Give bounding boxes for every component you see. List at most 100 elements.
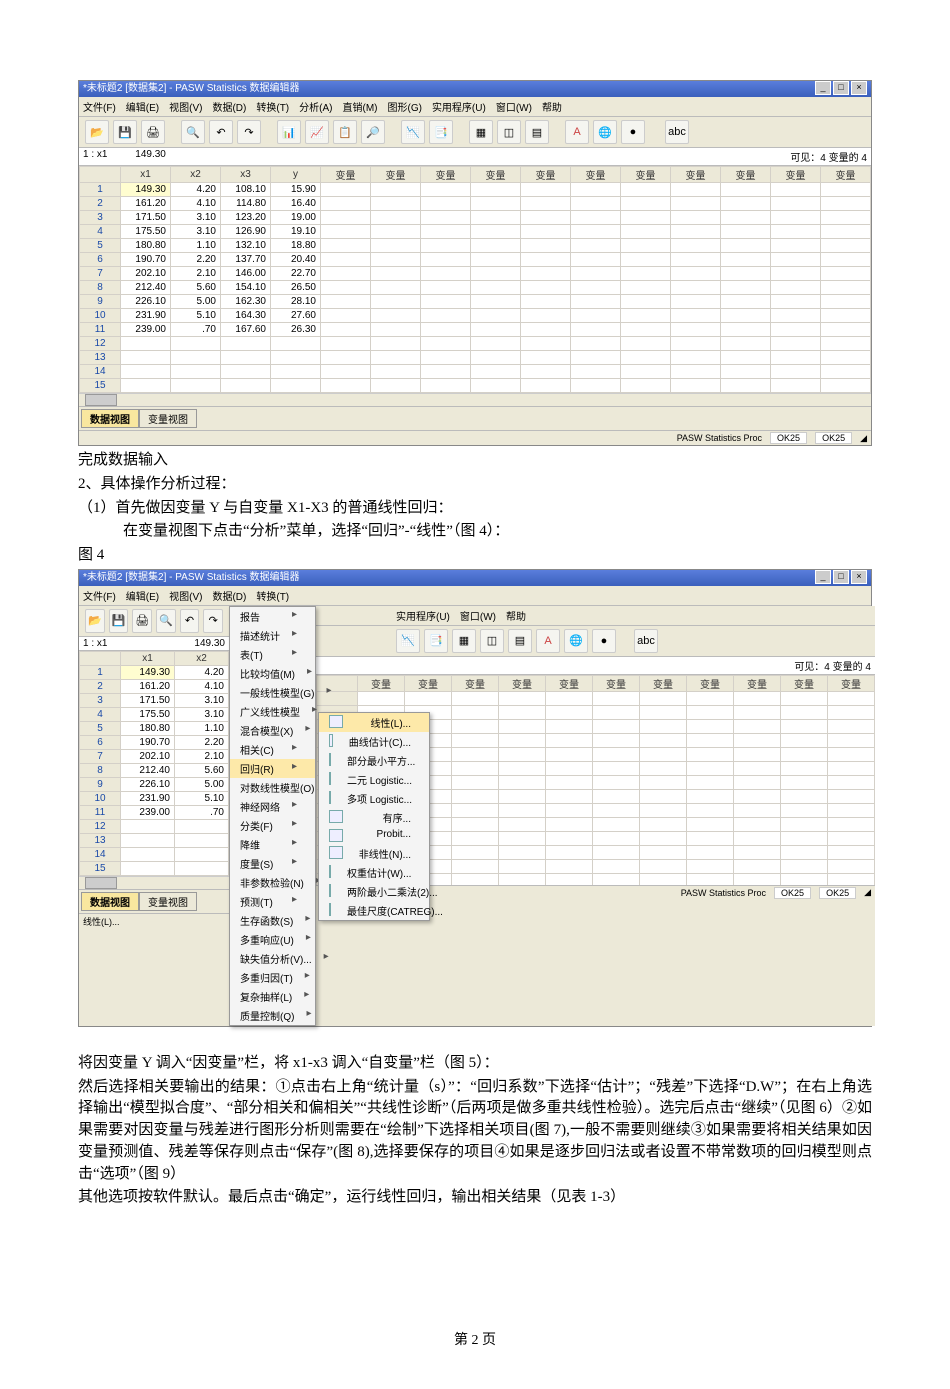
column-header[interactable]: 变量 — [371, 167, 421, 183]
cell[interactable] — [371, 295, 421, 309]
cell[interactable] — [781, 845, 828, 859]
cell[interactable]: 226.10 — [121, 777, 175, 791]
maximize-icon[interactable]: □ — [833, 570, 849, 584]
cell[interactable] — [452, 719, 499, 733]
column-header[interactable]: x2 — [171, 167, 221, 183]
cell[interactable] — [371, 379, 421, 393]
cell[interactable] — [671, 267, 721, 281]
column-header[interactable]: 变量 — [571, 167, 621, 183]
cell[interactable] — [271, 351, 321, 365]
cell[interactable] — [452, 705, 499, 719]
menu-item[interactable]: 编辑(E) — [126, 103, 159, 114]
cell[interactable] — [571, 225, 621, 239]
analyze-menu-item[interactable]: 报告▸ — [230, 607, 315, 626]
analyze-menu-item[interactable]: 复杂抽样(L)▸ — [230, 987, 315, 1006]
row-header[interactable]: 6 — [80, 735, 121, 749]
row-header[interactable]: 11 — [80, 323, 121, 337]
cell[interactable] — [421, 309, 471, 323]
print-icon[interactable]: 🖨 — [141, 120, 165, 144]
cell[interactable] — [721, 337, 771, 351]
cell[interactable] — [593, 859, 640, 873]
cell[interactable] — [421, 295, 471, 309]
cell[interactable] — [371, 197, 421, 211]
cell[interactable] — [499, 831, 546, 845]
cell[interactable] — [621, 309, 671, 323]
menu-item[interactable]: 直销(M) — [342, 103, 377, 114]
cell[interactable]: 190.70 — [121, 735, 175, 749]
regression-menu-item[interactable]: 非线性(N)... — [319, 844, 429, 863]
cell[interactable] — [721, 211, 771, 225]
analyze-menu-item[interactable]: 非参数检验(N)▸ — [230, 873, 315, 892]
cell[interactable]: 167.60 — [221, 323, 271, 337]
row-header[interactable]: 9 — [80, 295, 121, 309]
cell[interactable] — [321, 225, 371, 239]
sets-icon[interactable]: 🌐 — [564, 629, 588, 653]
cell[interactable]: 190.70 — [121, 253, 171, 267]
cell[interactable] — [828, 775, 875, 789]
row-header[interactable]: 10 — [80, 309, 121, 323]
cell[interactable] — [721, 225, 771, 239]
cell[interactable]: 2.10 — [175, 749, 229, 763]
cell[interactable] — [593, 761, 640, 775]
cell[interactable] — [621, 337, 671, 351]
cell[interactable] — [821, 379, 871, 393]
select-icon[interactable]: ▤ — [508, 629, 532, 653]
cell[interactable] — [321, 295, 371, 309]
cell[interactable]: 2.20 — [171, 253, 221, 267]
cell[interactable] — [781, 705, 828, 719]
menu-item[interactable]: 文件(F) — [83, 592, 116, 603]
analyze-menu-item[interactable]: 相关(C)▸ — [230, 740, 315, 759]
cell[interactable] — [721, 295, 771, 309]
cell[interactable] — [452, 747, 499, 761]
cell[interactable] — [771, 197, 821, 211]
cell[interactable] — [371, 253, 421, 267]
column-header[interactable]: 变量 — [781, 675, 828, 691]
cell[interactable] — [734, 873, 781, 885]
analyze-menu-item[interactable]: 混合模型(X)▸ — [230, 721, 315, 740]
cell[interactable] — [371, 323, 421, 337]
menu-item[interactable]: 数据(D) — [212, 592, 246, 603]
column-header[interactable]: 变量 — [521, 167, 571, 183]
cell[interactable] — [734, 747, 781, 761]
regression-menu-item[interactable]: 线性(L)... — [319, 713, 429, 732]
cell[interactable] — [771, 337, 821, 351]
cell[interactable] — [828, 747, 875, 761]
cell[interactable] — [571, 197, 621, 211]
cell[interactable] — [499, 803, 546, 817]
cell[interactable] — [781, 775, 828, 789]
cell[interactable] — [821, 351, 871, 365]
row-header[interactable] — [317, 691, 358, 705]
cell[interactable] — [828, 831, 875, 845]
cell[interactable]: 20.40 — [271, 253, 321, 267]
cell[interactable] — [687, 733, 734, 747]
analyze-menu-item[interactable]: 度量(S)▸ — [230, 854, 315, 873]
cell[interactable]: 4.10 — [175, 679, 229, 693]
cell[interactable] — [171, 379, 221, 393]
cell[interactable] — [421, 365, 471, 379]
cell[interactable] — [593, 733, 640, 747]
cell[interactable] — [771, 365, 821, 379]
column-header[interactable]: 变量 — [499, 675, 546, 691]
cell[interactable] — [621, 211, 671, 225]
save-icon[interactable]: 💾 — [109, 609, 129, 633]
weight-icon[interactable]: 📑 — [424, 629, 448, 653]
column-header[interactable]: 变量 — [771, 167, 821, 183]
cell[interactable] — [821, 197, 871, 211]
cell[interactable] — [734, 789, 781, 803]
cell[interactable]: 26.30 — [271, 323, 321, 337]
cell[interactable]: 180.80 — [121, 239, 171, 253]
cell[interactable] — [687, 789, 734, 803]
cell[interactable] — [671, 183, 721, 197]
cell[interactable] — [593, 691, 640, 705]
cell[interactable] — [771, 295, 821, 309]
cell[interactable] — [321, 239, 371, 253]
cell[interactable]: 108.10 — [221, 183, 271, 197]
cell[interactable] — [828, 719, 875, 733]
cell[interactable] — [687, 761, 734, 775]
cell[interactable] — [405, 691, 452, 705]
cell[interactable]: 202.10 — [121, 267, 171, 281]
cell[interactable] — [175, 861, 229, 875]
cell[interactable]: 2.20 — [175, 735, 229, 749]
cell[interactable] — [593, 789, 640, 803]
cell[interactable] — [734, 719, 781, 733]
